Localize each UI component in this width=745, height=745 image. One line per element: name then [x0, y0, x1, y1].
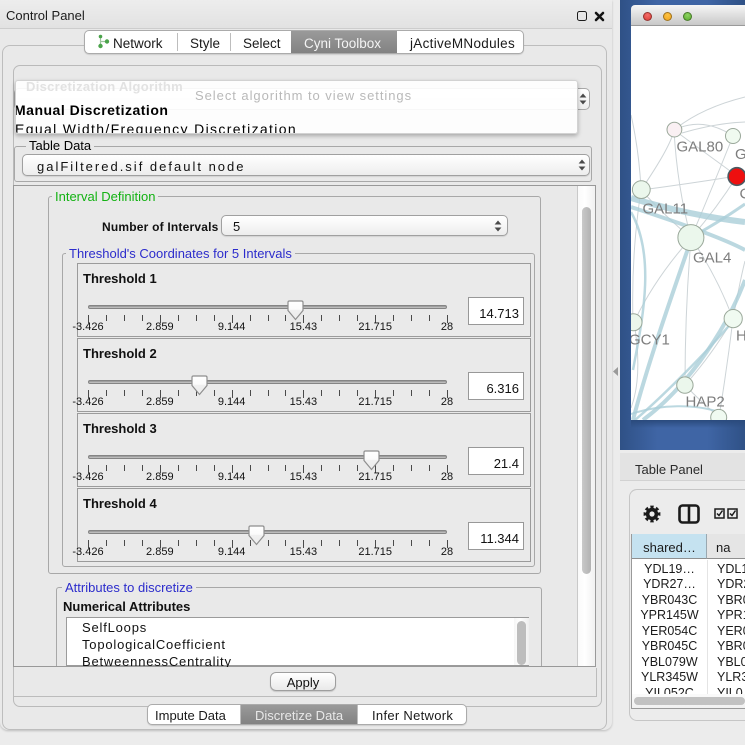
- svg-text:C: C: [740, 186, 745, 203]
- svg-text:GAL80: GAL80: [677, 139, 724, 156]
- svg-text:GAL11: GAL11: [643, 201, 689, 218]
- svg-text:GCY1: GCY1: [631, 332, 670, 349]
- svg-text:GA: GA: [735, 146, 745, 163]
- svg-text:HAP2: HAP2: [686, 394, 725, 411]
- svg-text:H: H: [736, 328, 745, 345]
- svg-text:GAL4: GAL4: [693, 250, 731, 267]
